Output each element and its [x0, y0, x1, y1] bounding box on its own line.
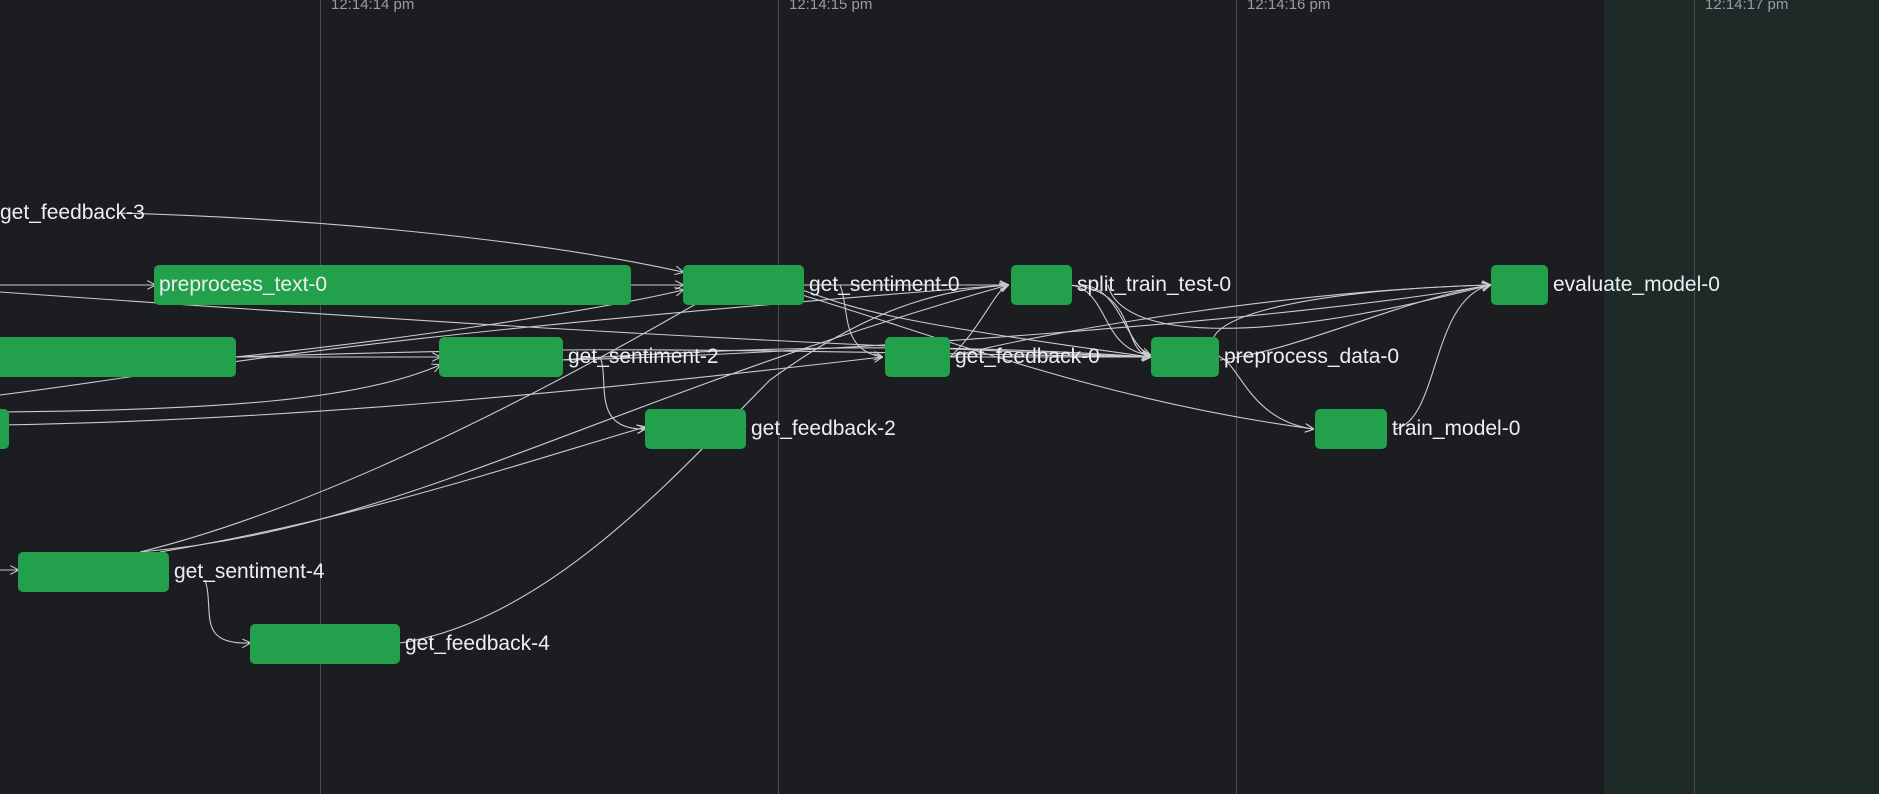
task-label-preprocess-data-0[interactable]: preprocess_data-0	[1224, 337, 1399, 377]
task-label-get-sentiment-2[interactable]: get_sentiment-2	[568, 337, 719, 377]
task-label-evaluate-model-0[interactable]: evaluate_model-0	[1553, 265, 1720, 305]
task-bar-preprocess-data-0[interactable]	[1151, 337, 1219, 377]
dependency-edge	[1394, 285, 1490, 430]
task-bar-row4-left[interactable]	[0, 409, 9, 449]
task-bar-preprocess-text-0[interactable]: preprocess_text-0	[154, 265, 631, 305]
task-bar-get-feedback-0[interactable]	[885, 337, 950, 377]
task-bar-get-sentiment-0[interactable]	[683, 265, 804, 305]
dependency-edges	[0, 212, 1879, 794]
task-label-get-feedback-3[interactable]: get_feedback-3	[0, 193, 145, 233]
task-label-get-feedback-4[interactable]: get_feedback-4	[405, 624, 550, 664]
timeline-graph-canvas[interactable]: 12:14:14 pm 12:14:15 pm 12:14:16 pm 12:1…	[0, 0, 1879, 794]
task-label-get-sentiment-4[interactable]: get_sentiment-4	[174, 552, 325, 592]
task-bar-get-sentiment-4[interactable]	[18, 552, 169, 592]
task-bar-train-model-0[interactable]	[1315, 409, 1387, 449]
dependency-edge	[159, 427, 645, 553]
task-label-split-train-test-0[interactable]: split_train_test-0	[1077, 265, 1231, 305]
task-label-get-feedback-2[interactable]: get_feedback-2	[751, 409, 896, 449]
task-bar-row3-left[interactable]	[0, 337, 236, 377]
task-bar-get-feedback-2[interactable]	[645, 409, 746, 449]
task-bar-split-train-test-0[interactable]	[1011, 265, 1072, 305]
task-bar-evaluate-model-0[interactable]	[1491, 265, 1548, 305]
task-label-get-sentiment-0[interactable]: get_sentiment-0	[809, 265, 960, 305]
task-label-train-model-0[interactable]: train_model-0	[1392, 409, 1520, 449]
dependency-edge	[139, 290, 720, 553]
task-bar-get-sentiment-2[interactable]	[439, 337, 563, 377]
task-label-get-feedback-0[interactable]: get_feedback-0	[955, 337, 1100, 377]
dependency-edge	[119, 212, 683, 272]
task-label-preprocess-text-0: preprocess_text-0	[159, 273, 328, 296]
task-bar-get-feedback-4[interactable]	[250, 624, 400, 664]
